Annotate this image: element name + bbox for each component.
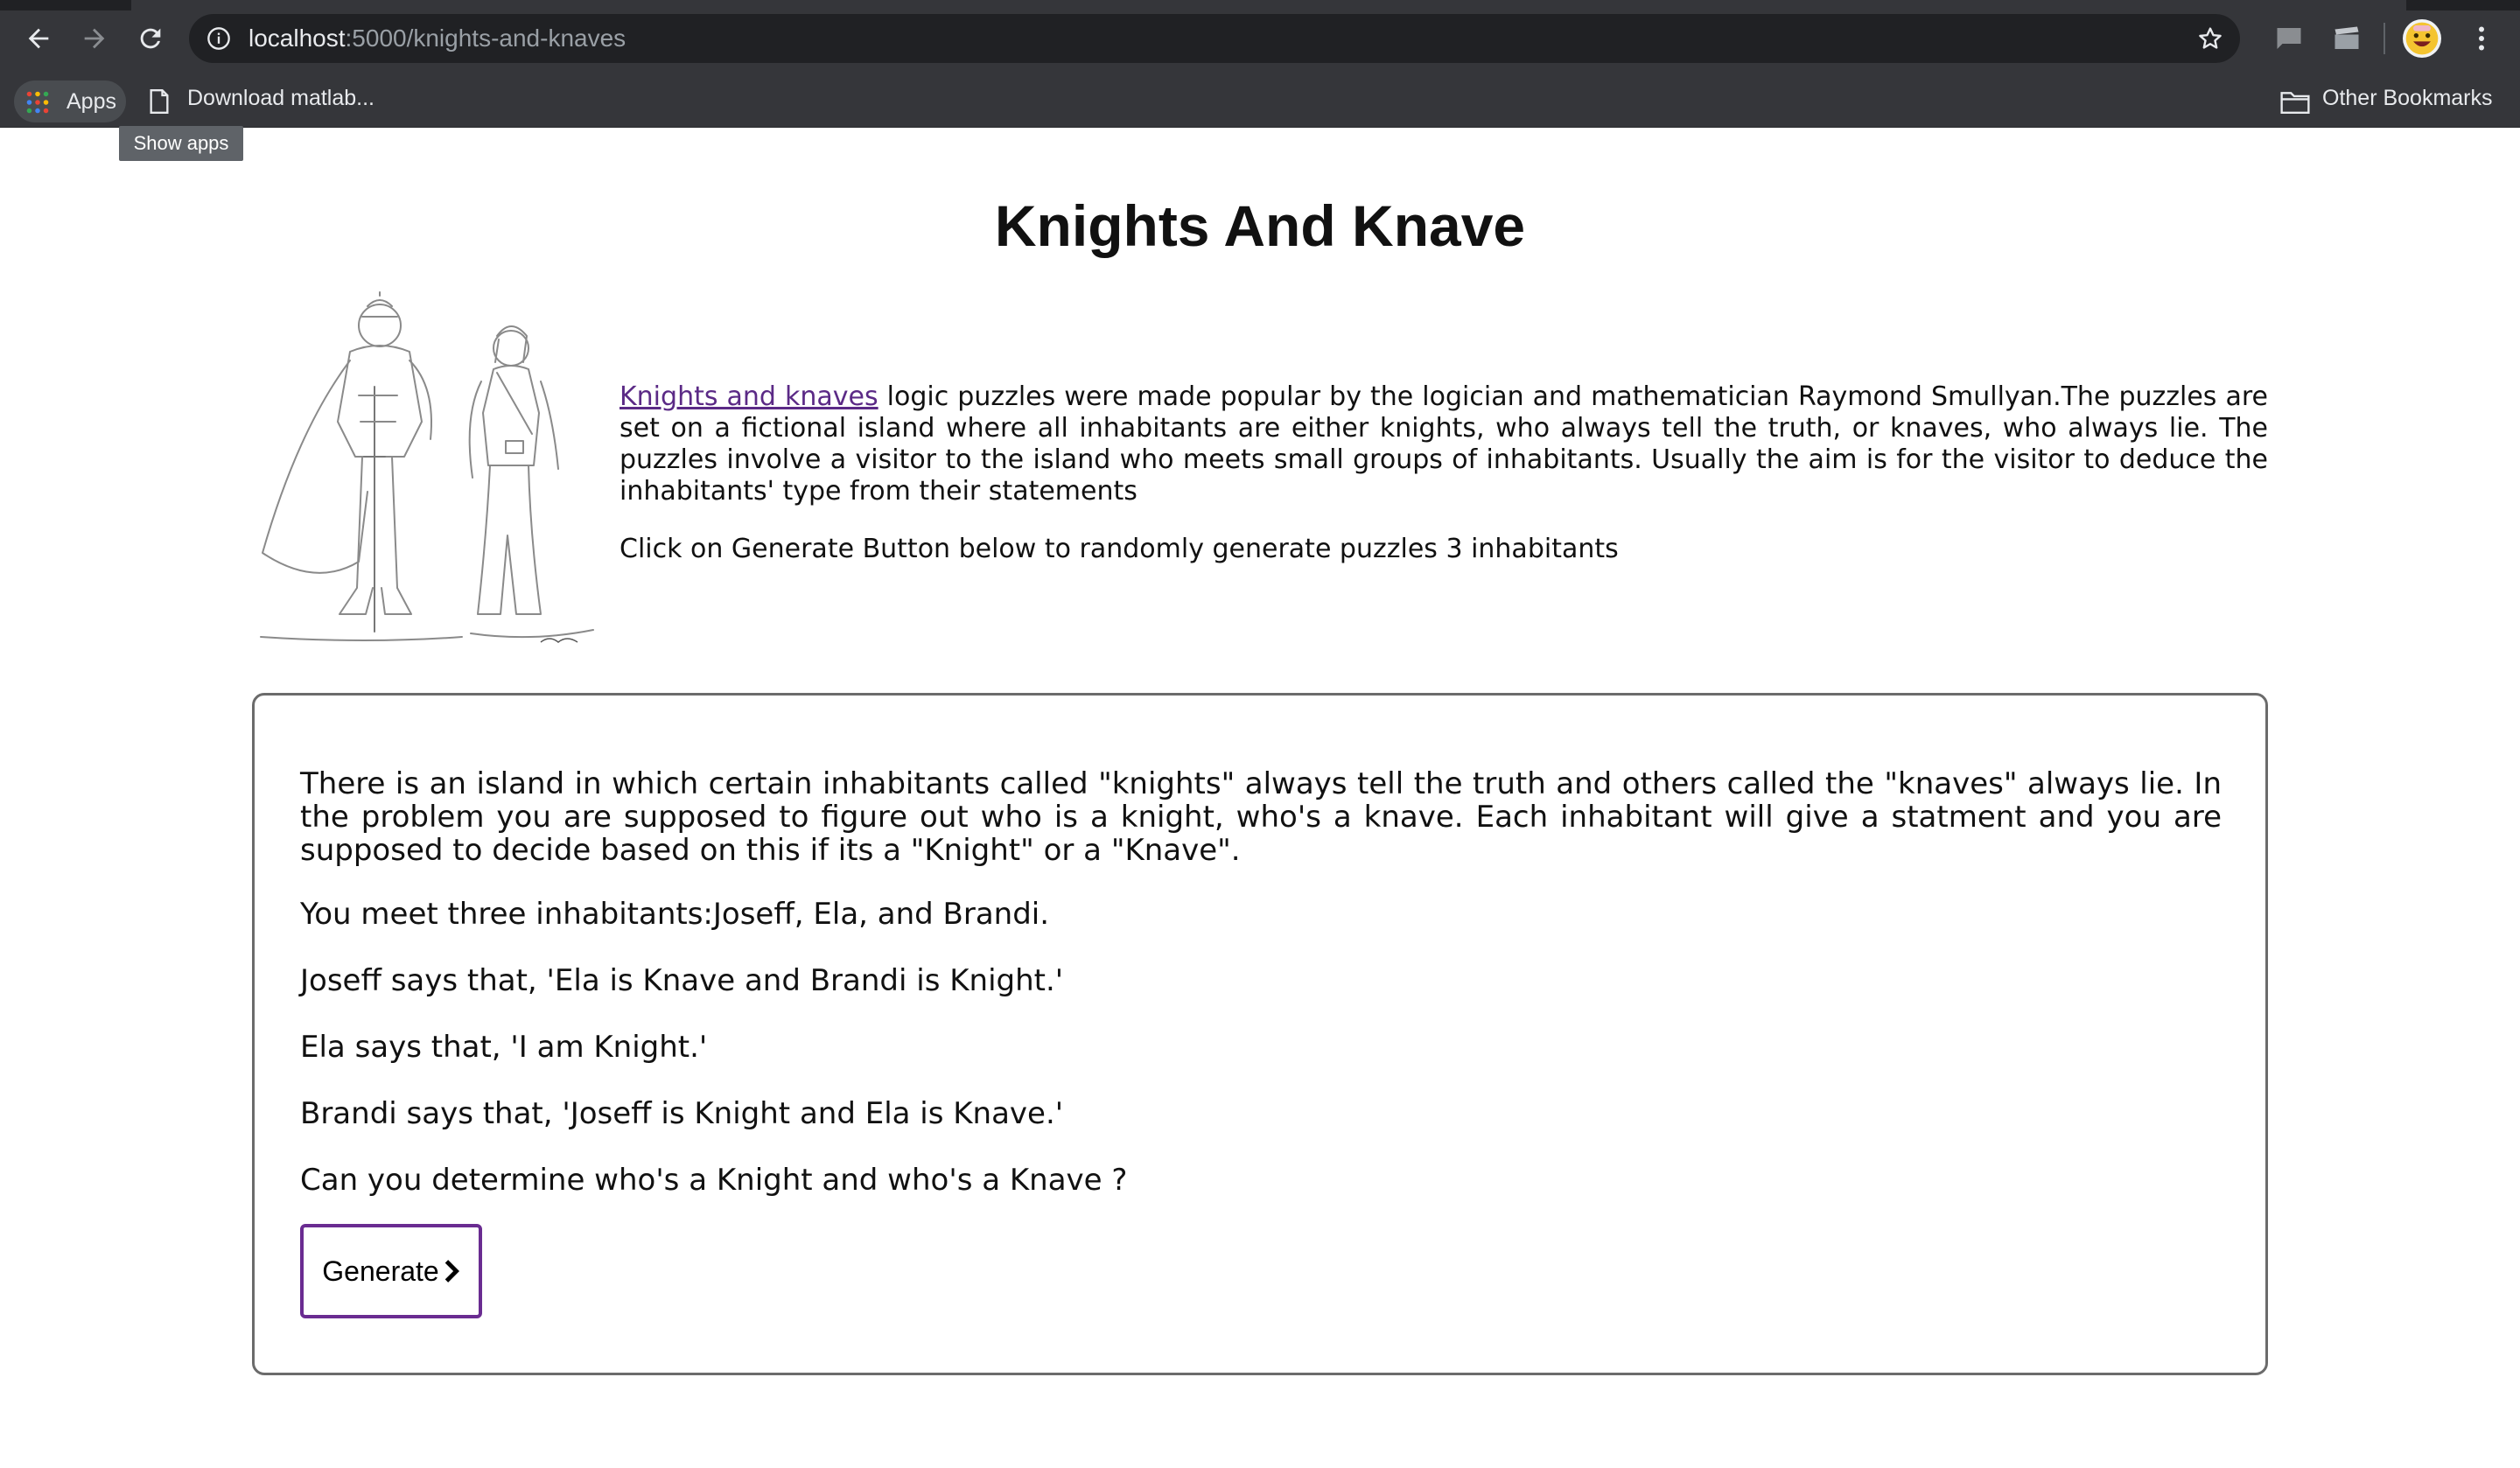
page-bookmark-icon — [150, 89, 169, 114]
forward-arrow-icon — [84, 28, 105, 49]
apps-grid-icon — [26, 91, 49, 114]
active-tab[interactable] — [131, 0, 2406, 10]
knights-and-knaves-link[interactable]: Knights and knaves — [620, 381, 878, 412]
profile-avatar[interactable] — [2403, 19, 2441, 58]
intro-paragraph: Knights and knaves logic puzzles were ma… — [620, 381, 2268, 507]
forward-button[interactable] — [75, 19, 114, 58]
bookmark-star-icon[interactable] — [2196, 24, 2224, 52]
url-text[interactable]: localhost:5000/knights-and-knaves — [248, 24, 626, 52]
statement-2: Ela says that, 'I am Knight.' — [300, 1030, 708, 1065]
statement-3: Brandi says that, 'Joseff is Knight and … — [300, 1096, 1064, 1131]
tab-strip — [0, 0, 2520, 10]
puzzle-meet-line: You meet three inhabitants:Joseff, Ela, … — [300, 897, 1050, 932]
bookmark-download-matlab[interactable]: Download matlab... — [187, 86, 374, 111]
url-host: localhost — [248, 24, 346, 52]
other-bookmarks[interactable]: Other Bookmarks — [2322, 86, 2493, 111]
url-path: :5000/knights-and-knaves — [345, 24, 626, 52]
reload-icon — [140, 28, 161, 49]
address-bar[interactable]: localhost:5000/knights-and-knaves — [189, 14, 2240, 63]
chevron-right-icon — [444, 1260, 459, 1283]
puzzle-description: There is an island in which certain inha… — [300, 766, 2222, 868]
puzzle-card: There is an island in which certain inha… — [252, 693, 2268, 1375]
back-arrow-icon — [28, 28, 49, 49]
generate-button-label: Generate — [322, 1255, 439, 1287]
apps-bookmark-button[interactable]: Apps — [14, 80, 126, 122]
info-icon[interactable] — [206, 26, 231, 51]
intro-instruction: Click on Generate Button below to random… — [620, 534, 1619, 564]
clapper-extension-icon[interactable] — [2331, 23, 2362, 54]
bookmarks-bar: Apps Download matlab... Other Bookmarks — [0, 77, 2520, 128]
folder-icon — [2280, 92, 2310, 114]
show-apps-tooltip: Show apps — [119, 126, 243, 161]
emoji-avatar-icon — [2405, 22, 2439, 55]
more-menu-icon[interactable] — [2466, 23, 2497, 54]
apps-label: Apps — [66, 89, 116, 114]
browser-toolbar: localhost:5000/knights-and-knaves — [0, 0, 2520, 77]
back-button[interactable] — [19, 19, 58, 58]
knight-and-knave-illustration — [260, 291, 594, 643]
generate-button[interactable]: Generate — [300, 1224, 482, 1318]
statement-1: Joseff says that, 'Ela is Knave and Bran… — [300, 963, 1064, 998]
toolbar-separator — [2384, 23, 2385, 54]
page-title: Knights And Knave — [994, 193, 1526, 258]
puzzle-question: Can you determine who's a Knight and who… — [300, 1163, 1128, 1198]
chat-extension-icon[interactable] — [2273, 23, 2305, 54]
reload-button[interactable] — [131, 19, 170, 58]
